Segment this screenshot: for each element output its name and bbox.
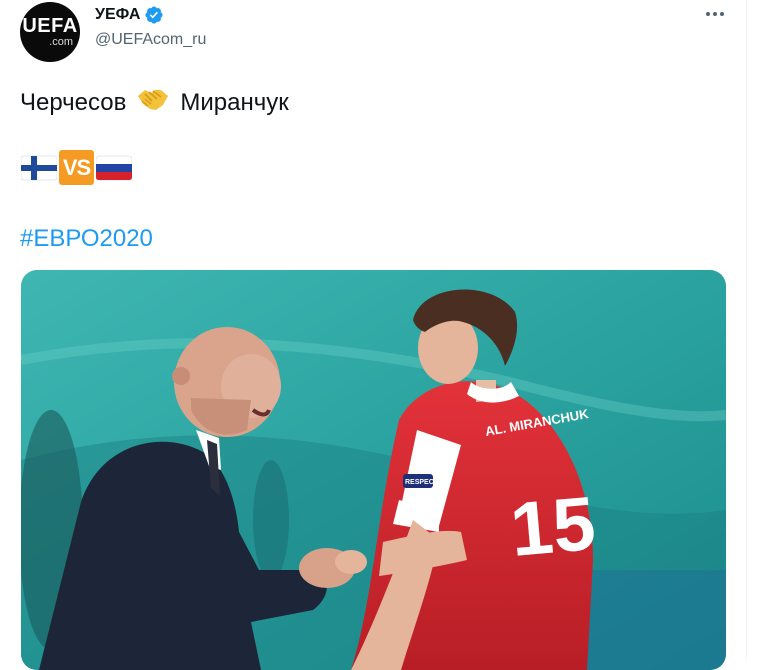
verified-badge-icon [144,5,164,25]
tweet-text: Черчесов Миранчук [20,84,289,122]
handshake-emoji-icon [136,84,170,122]
hashtag-link[interactable]: #ЕВРО2020 [20,224,153,254]
vs-badge-icon: VS [59,150,94,185]
sleeve-badge-text: RESPECT [405,479,439,486]
account-handle[interactable]: @UEFAcom_ru [95,30,206,50]
display-name[interactable]: УЕФА [95,5,140,25]
russia-flag-icon [95,154,133,182]
tweet-word-cherchesov: Черчесов [20,89,127,116]
timeline-border [746,0,747,659]
jersey-number-text: 15 [507,481,599,573]
avatar-logo-text: UEFA [22,15,78,37]
account-avatar[interactable]: UEFA .com [20,2,80,62]
more-dots-icon[interactable] [700,2,730,26]
avatar-logo-subtext: .com [49,36,73,48]
tweet-photo[interactable]: AL. MIRANCHUK 15 RESPECT [21,270,726,670]
finland-flag-icon [20,154,58,182]
tweet-word-miranchuk: Миранчук [180,89,289,116]
author-name-row: УЕФА [95,5,164,25]
match-flags: VS [20,150,133,185]
